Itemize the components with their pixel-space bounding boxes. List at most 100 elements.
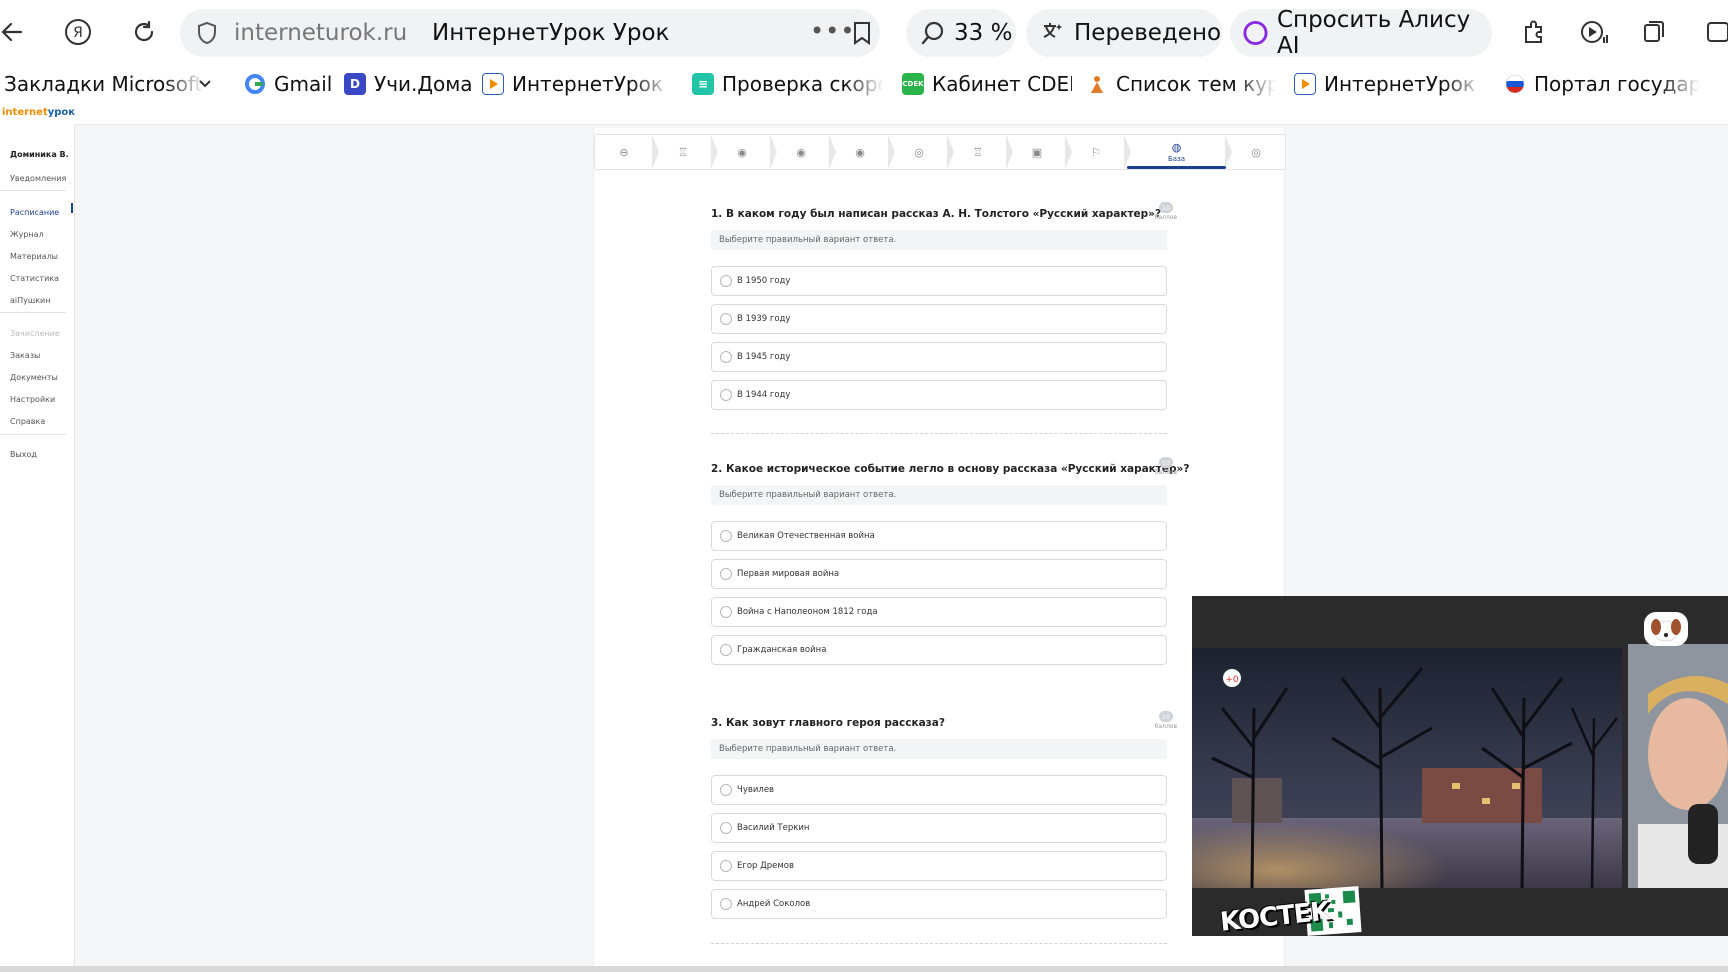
step-play-icon[interactable]: ◉ — [831, 135, 895, 169]
points-label: баллов — [1154, 723, 1177, 730]
question-1: 1. В каком году был написан рассказ А. Н… — [711, 202, 1177, 410]
more-dots-icon[interactable]: ••• — [810, 17, 855, 45]
divider — [711, 943, 1167, 944]
media-icon[interactable] — [1576, 14, 1612, 50]
bookmark-cdek[interactable]: CDEK Кабинет CDEK — [902, 70, 1072, 98]
radio-button[interactable] — [720, 644, 732, 656]
sidebar: Доминика В. Уведомления Расписание Журна… — [0, 124, 75, 972]
sidebar-item-journal[interactable]: Журнал — [10, 230, 44, 239]
radio-button[interactable] — [720, 275, 732, 287]
points-label: баллов — [1154, 214, 1177, 221]
bookmark-speedtest[interactable]: ≡ Проверка скорос — [692, 70, 884, 98]
step-login-icon[interactable]: ⊖ — [595, 135, 659, 169]
answer-option[interactable]: Егор Дремов — [711, 851, 1167, 881]
sidebar-item-documents[interactable]: Документы — [10, 373, 58, 382]
answer-option[interactable]: В 1944 году — [711, 380, 1167, 410]
streamer-webcam — [1628, 644, 1728, 888]
radio-button[interactable] — [720, 606, 732, 618]
answer-option[interactable]: Василий Теркин — [711, 813, 1167, 843]
search-zoom-icon — [921, 21, 944, 45]
radio-button[interactable] — [720, 351, 732, 363]
answer-option[interactable]: Чувилев — [711, 775, 1167, 805]
option-label: Егор Дремов — [737, 861, 795, 871]
question-hint: Выберите правильный вариант ответа. — [711, 739, 1167, 759]
step-chat-icon[interactable]: ◎ — [890, 135, 954, 169]
step-video-icon[interactable]: ◉ — [772, 135, 836, 169]
alice-pill[interactable]: Спросить Алису AI — [1230, 7, 1492, 59]
profile-icon[interactable] — [1700, 14, 1728, 50]
bookmark-label: Gmail — [274, 72, 333, 96]
back-arrow-icon[interactable] — [0, 14, 30, 50]
reload-icon[interactable] — [126, 14, 162, 50]
bookmark-interneturok-2[interactable]: ИнтернетУрок Ра — [1294, 70, 1484, 98]
radio-button[interactable] — [720, 530, 732, 542]
active-indicator — [71, 203, 73, 213]
points-badge: 10 баллов — [1155, 457, 1177, 476]
bookmark-icon[interactable] — [852, 21, 872, 49]
answer-option[interactable]: В 1945 году — [711, 342, 1167, 372]
radio-button[interactable] — [720, 568, 732, 580]
yandex-icon[interactable]: Я — [60, 14, 96, 50]
sidebar-item-stats[interactable]: Статистика — [10, 274, 59, 283]
bookmark-gmail[interactable]: Gmail — [244, 70, 334, 98]
sidebar-item-notifications[interactable]: Уведомления — [10, 174, 66, 183]
option-label: Чувилев — [737, 785, 775, 795]
chevron-down-icon[interactable] — [198, 70, 218, 98]
extensions-icon[interactable] — [1516, 14, 1552, 50]
question-title: 3. Как зовут главного героя рассказа? — [711, 717, 945, 729]
bookmark-topics[interactable]: Список тем курса — [1086, 70, 1276, 98]
bookmark-folder-microsoft[interactable]: Закладки Microsoft E — [4, 70, 204, 98]
sidebar-user[interactable]: Доминика В. — [10, 150, 69, 159]
points-value: 10 — [1158, 711, 1173, 722]
step-doc-icon[interactable]: ▣ — [1008, 135, 1072, 169]
sidebar-item-orders[interactable]: Заказы — [10, 351, 40, 360]
radio-button[interactable] — [720, 860, 732, 872]
points-value: 10 — [1158, 202, 1173, 213]
address-bar[interactable]: interneturok.ru ИнтернетУрок Урок ••• — [180, 9, 880, 57]
step-trophy-icon[interactable]: ♖ — [654, 135, 718, 169]
option-label: В 1939 году — [737, 314, 791, 324]
divider — [0, 434, 66, 435]
answer-option[interactable]: Великая Отечественная война — [711, 521, 1167, 551]
base-icon: ◍ — [1171, 141, 1182, 154]
collections-icon[interactable] — [1636, 14, 1672, 50]
radio-button[interactable] — [720, 822, 732, 834]
sidebar-item-help[interactable]: Справка — [10, 417, 45, 426]
step-base[interactable]: ◍ База — [1127, 135, 1232, 169]
step-video-icon[interactable]: ◉ — [713, 135, 777, 169]
radio-button[interactable] — [720, 389, 732, 401]
zoom-pill[interactable]: 33 % — [906, 9, 1016, 57]
step-flag-icon[interactable]: ⚐ — [1067, 135, 1131, 169]
browser-toolbar: Я interneturok.ru ИнтернетУрок Урок ••• … — [0, 0, 1728, 64]
answer-option[interactable]: В 1950 году — [711, 266, 1167, 296]
option-label: Гражданская война — [737, 645, 827, 655]
zoom-level: 33 % — [954, 20, 1013, 46]
radio-button[interactable] — [720, 313, 732, 325]
bookmark-uchi-doma[interactable]: D Учи.Дома — [344, 70, 474, 98]
bookmark-label: Кабинет CDEK — [932, 72, 1072, 96]
radio-button[interactable] — [720, 784, 732, 796]
bookmark-interneturok-1[interactable]: ИнтернетУрок Ра — [482, 70, 672, 98]
sidebar-item-logout[interactable]: Выход — [10, 450, 37, 459]
answer-option[interactable]: Первая мировая война — [711, 559, 1167, 589]
sidebar-item-settings[interactable]: Настройки — [10, 395, 55, 404]
step-target-icon[interactable]: ◎ — [1227, 135, 1285, 169]
sidebar-item-aipushkin[interactable]: aiПушкин — [10, 296, 50, 305]
answer-option[interactable]: Андрей Соколов — [711, 889, 1167, 919]
uchi-doma-icon: D — [344, 73, 366, 95]
answer-option[interactable]: Война с Наполеоном 1812 года — [711, 597, 1167, 627]
sidebar-item-materials[interactable]: Материалы — [10, 252, 58, 261]
option-label: В 1944 году — [737, 390, 791, 400]
sidebar-item-schedule[interactable]: Расписание — [10, 208, 59, 217]
translated-pill[interactable]: Переведено — [1026, 9, 1222, 57]
question-hint: Выберите правильный вариант ответа. — [711, 230, 1167, 250]
fade — [1660, 70, 1700, 98]
radio-button[interactable] — [720, 898, 732, 910]
answer-option[interactable]: Гражданская война — [711, 635, 1167, 665]
site-logo[interactable]: internetурок — [2, 107, 75, 118]
bookmark-gosuslugi[interactable]: Портал государст — [1504, 70, 1700, 98]
option-label: В 1945 году — [737, 352, 791, 362]
step-trophy-icon[interactable]: ♖ — [949, 135, 1013, 169]
answer-option[interactable]: В 1939 году — [711, 304, 1167, 334]
horizontal-scrollbar[interactable] — [0, 966, 1728, 972]
